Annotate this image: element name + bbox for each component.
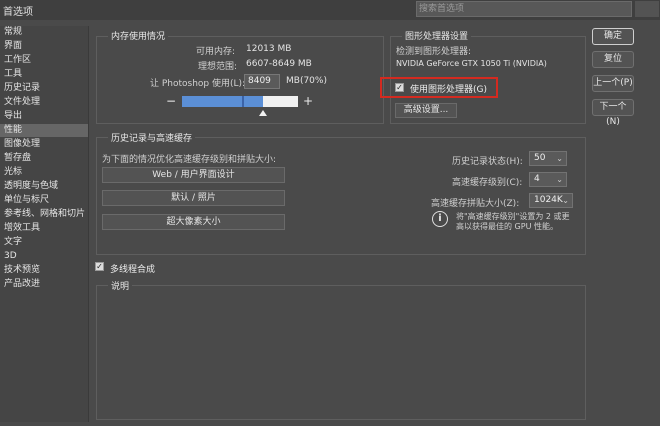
tile-size-value: 1024K	[534, 195, 563, 205]
sidebar-item-type[interactable]: 文字	[0, 236, 88, 249]
ok-button[interactable]: 确定	[592, 28, 634, 45]
ideal-range-value: 6607-8649 MB	[246, 59, 312, 69]
sidebar-item-history[interactable]: 历史记录	[0, 82, 88, 95]
ideal-range-marker	[242, 96, 244, 107]
search-input[interactable]	[419, 2, 609, 16]
history-states-select[interactable]: 50 ⌄	[529, 151, 567, 166]
multithread-label[interactable]: 多线程合成	[110, 262, 155, 275]
previous-button[interactable]: 上一个(P)	[592, 75, 634, 92]
cache-levels-label: 高速缓存级别(C):	[452, 178, 523, 188]
sidebar-item-performance[interactable]: 性能	[0, 124, 88, 137]
sidebar-item-interface[interactable]: 界面	[0, 40, 88, 53]
multithread-checkbox[interactable]: ✓	[95, 262, 104, 271]
reset-button[interactable]: 复位	[592, 51, 634, 68]
memory-amount-input[interactable]: 8409	[244, 74, 280, 89]
sidebar-item-file-handling[interactable]: 文件处理	[0, 96, 88, 109]
cache-info-text-2: 高以获得最佳的 GPU 性能。	[456, 222, 558, 231]
memory-decrease-icon[interactable]: −	[166, 94, 176, 108]
huge-pixel-button[interactable]: 超大像素大小	[102, 214, 285, 230]
memory-usage-title: 内存使用情况	[108, 29, 169, 42]
sidebar-item-transparency[interactable]: 透明度与色域	[0, 180, 88, 193]
memory-increase-icon[interactable]: +	[303, 94, 313, 108]
sidebar-item-plugins[interactable]: 增效工具	[0, 222, 88, 235]
description-title: 说明	[108, 279, 133, 292]
gpu-name: NVIDIA GeForce GTX 1050 Ti (NVIDIA)	[396, 59, 547, 68]
gpu-detected-label: 检测到图形处理器:	[396, 47, 472, 57]
history-states-label: 历史记录状态(H):	[452, 157, 523, 167]
info-icon: i	[432, 211, 448, 227]
use-gpu-checkbox[interactable]: ✓	[395, 83, 404, 92]
sidebar-item-guides-grid[interactable]: 参考线、网格和切片	[0, 208, 88, 221]
sidebar-item-3d[interactable]: 3D	[0, 250, 88, 263]
memory-slider-track[interactable]	[182, 96, 298, 107]
use-gpu-label[interactable]: 使用图形处理器(G)	[410, 82, 487, 95]
window-title: 首选项	[3, 7, 33, 18]
sidebar-item-image-processing[interactable]: 图像处理	[0, 138, 88, 151]
sidebar-item-tools[interactable]: 工具	[0, 68, 88, 81]
advanced-settings-button[interactable]: 高级设置...	[395, 103, 457, 118]
tile-size-label: 高速缓存拼贴大小(Z):	[431, 199, 520, 209]
chevron-down-icon: ⌄	[556, 154, 563, 163]
gpu-settings-title: 图形处理器设置	[402, 29, 472, 42]
web-ui-design-button[interactable]: Web / 用户界面设计	[102, 167, 285, 183]
history-cache-title: 历史记录与高速缓存	[108, 131, 196, 144]
default-photos-button[interactable]: 默认 / 照片	[102, 190, 285, 206]
sidebar-item-cursors[interactable]: 光标	[0, 166, 88, 179]
window-control-button[interactable]	[635, 1, 659, 17]
sidebar-item-general[interactable]: 常规	[0, 26, 88, 39]
sidebar-item-scratch-disks[interactable]: 暂存盘	[0, 152, 88, 165]
chevron-down-icon: ⌄	[562, 196, 569, 205]
let-photoshop-use-label: 让 Photoshop 使用(L):	[150, 79, 246, 89]
available-memory-label: 可用内存:	[196, 47, 236, 57]
cache-levels-value: 4	[534, 174, 540, 184]
sidebar-item-product-improvement[interactable]: 产品改进	[0, 278, 88, 291]
title-bar: 首选项	[0, 0, 660, 20]
optimize-label: 为下面的情况优化高速缓存级别和拼贴大小:	[102, 155, 277, 165]
sidebar-item-tech-previews[interactable]: 技术预览	[0, 264, 88, 277]
ideal-range-label: 理想范围:	[198, 62, 238, 72]
description-group	[96, 285, 586, 420]
available-memory-value: 12013 MB	[246, 44, 292, 54]
next-button[interactable]: 下一个(N)	[592, 99, 634, 127]
cache-levels-select[interactable]: 4 ⌄	[529, 172, 567, 187]
memory-slider-thumb[interactable]	[259, 110, 267, 116]
memory-slider-fill	[182, 96, 263, 107]
preferences-sidebar: 常规 界面 工作区 工具 历史记录 文件处理 导出 性能 图像处理 暂存盘 光标…	[0, 26, 89, 422]
memory-unit-label: MB(70%)	[286, 76, 327, 86]
chevron-down-icon: ⌄	[556, 175, 563, 184]
sidebar-item-export[interactable]: 导出	[0, 110, 88, 123]
history-states-value: 50	[534, 153, 546, 163]
tile-size-select[interactable]: 1024K ⌄	[529, 193, 573, 208]
sidebar-item-units-rulers[interactable]: 单位与标尺	[0, 194, 88, 207]
search-box[interactable]	[416, 1, 632, 17]
sidebar-item-workspace[interactable]: 工作区	[0, 54, 88, 67]
